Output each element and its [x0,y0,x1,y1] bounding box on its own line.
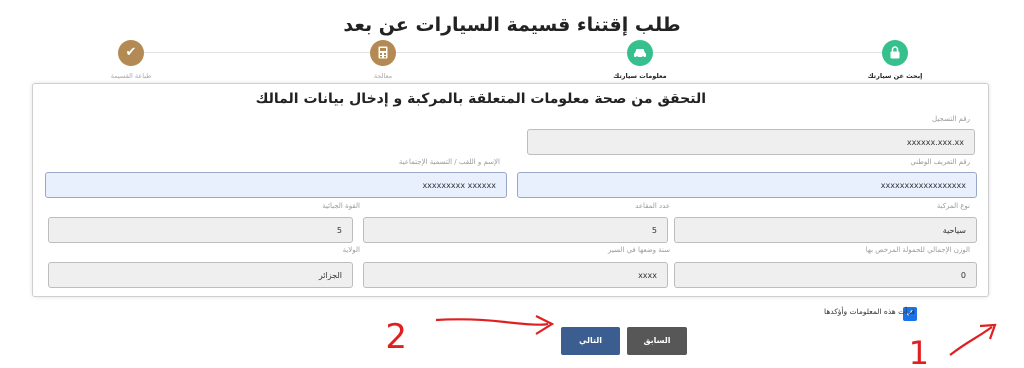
total-weight-label: الوزن الإجمالي للحمولة المرخص بها [865,246,970,254]
fiscal-power-label: القوة الجبائية [322,202,360,210]
seats-field: 5 [363,217,668,243]
vehicle-type-field: سياحية [674,217,977,243]
annotation-arrow-2 [435,318,549,326]
lock-icon [882,40,908,66]
step-label: طباعة القسيمة [110,72,152,80]
car-icon [627,40,653,66]
previous-button[interactable]: السابق [627,327,687,355]
confirm-label: قرأت هذه المعلومات وأؤكدها [824,307,915,316]
fiscal-power-field: 5 [48,217,353,243]
step-processing[interactable]: معالجة [328,40,438,80]
form-heading: التحقق من صحة معلومات المتعلقة بالمركبة … [255,91,706,107]
step-car-info[interactable]: معلومات سيارتك [585,40,695,80]
step-label: معالجة [373,72,393,80]
annotation-arrowhead-1 [979,323,997,340]
owner-name-label: الإسم و اللقب / التسمية الإجتماعية [398,158,500,166]
wilaya-field: الجزائر [48,262,353,288]
vehicle-form-card: التحقق من صحة معلومات المتعلقة بالمركبة … [32,83,989,297]
circulation-year-field: xxxx [363,262,668,288]
annotation-arrowhead-2 [535,315,555,335]
registration-field: xxxxxx.xxx.xx [527,129,975,155]
total-weight-field: 0 [674,262,977,288]
stepper-track [130,52,895,53]
wilaya-label: الولاية [342,246,360,254]
step-label: معلومات سيارتك [613,72,667,80]
step-label: إبحث عن سيارتك [867,72,923,80]
check-icon: ✔ [118,40,144,66]
page-title: طلب إقتناء قسيمة السيارات عن بعد [343,14,681,36]
annotation-arrow-1 [949,326,993,356]
step-print-voucher[interactable]: ✔ طباعة القسيمة [76,40,186,80]
next-button[interactable]: التالي [561,327,620,355]
step-search-car[interactable]: إبحث عن سيارتك [840,40,950,80]
circulation-year-label: سنة وضعها في السير [608,246,670,254]
annotation-number-2: 2 [385,317,407,357]
registration-label: رقم التسجيل [932,115,970,123]
calculator-icon [370,40,396,66]
annotation-number-1: 1 [909,334,929,368]
seats-label: عدد المقاعد [635,202,670,210]
vehicle-type-label: نوع المركبة [936,202,970,210]
national-id-label: رقم التعريف الوطني [910,158,970,166]
national-id-field[interactable]: xxxxxxxxxxxxxxxxxx [517,172,977,198]
owner-name-field[interactable]: xxxxxxxxx xxxxxx [45,172,507,198]
